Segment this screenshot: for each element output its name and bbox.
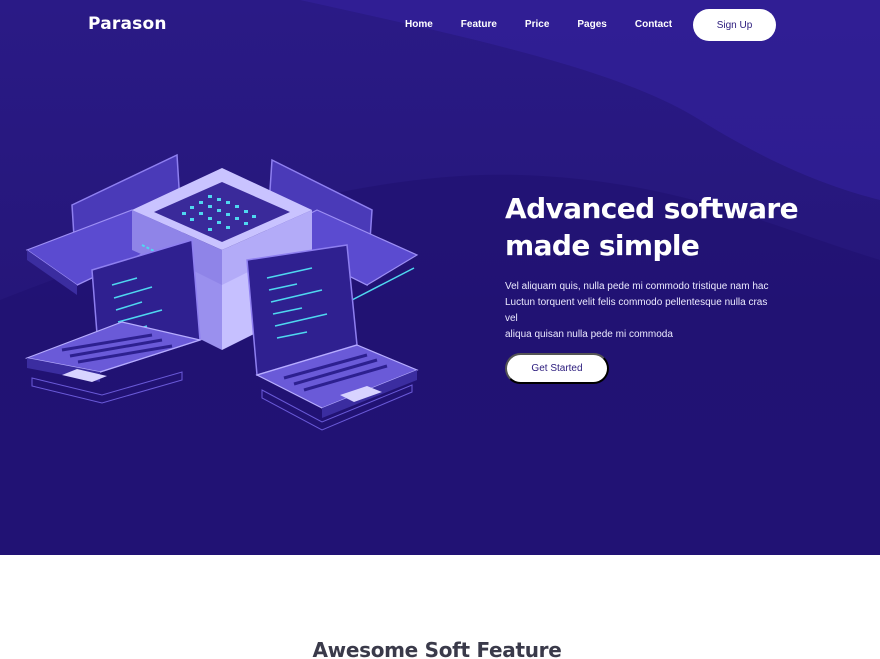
nav-link-contact[interactable]: Contact bbox=[635, 19, 672, 30]
laptop-front-right bbox=[246, 244, 419, 431]
features-section-title: Awesome Soft Feature bbox=[312, 638, 562, 659]
description-line-1: Vel aliquam quis, nulla pede mi commodo … bbox=[505, 281, 769, 292]
nav-link-pages[interactable]: Pages bbox=[577, 19, 606, 30]
description-line-3: aliqua quisan nulla pede mi commoda bbox=[505, 329, 673, 340]
headline-line-1: Advanced software bbox=[505, 192, 799, 225]
hero-section: Parason Home Feature Price Pages Contact… bbox=[0, 0, 880, 555]
hero-description: Vel aliquam quis, nulla pede mi commodo … bbox=[505, 279, 780, 343]
main-nav: Home Feature Price Pages Contact bbox=[405, 19, 700, 30]
brand-logo[interactable]: Parason bbox=[88, 14, 167, 34]
nav-link-home[interactable]: Home bbox=[405, 19, 433, 30]
description-line-2: Luctun torquent velit felis commodo pell… bbox=[505, 297, 768, 324]
nav-link-price[interactable]: Price bbox=[525, 19, 549, 30]
headline-line-2: made simple bbox=[505, 229, 700, 262]
nav-link-feature[interactable]: Feature bbox=[461, 19, 497, 30]
get-started-button[interactable]: Get Started bbox=[505, 353, 609, 384]
hero-headline: Advanced software made simple bbox=[505, 190, 805, 264]
server-laptops-illustration bbox=[24, 153, 419, 431]
signup-button[interactable]: Sign Up bbox=[693, 9, 776, 41]
